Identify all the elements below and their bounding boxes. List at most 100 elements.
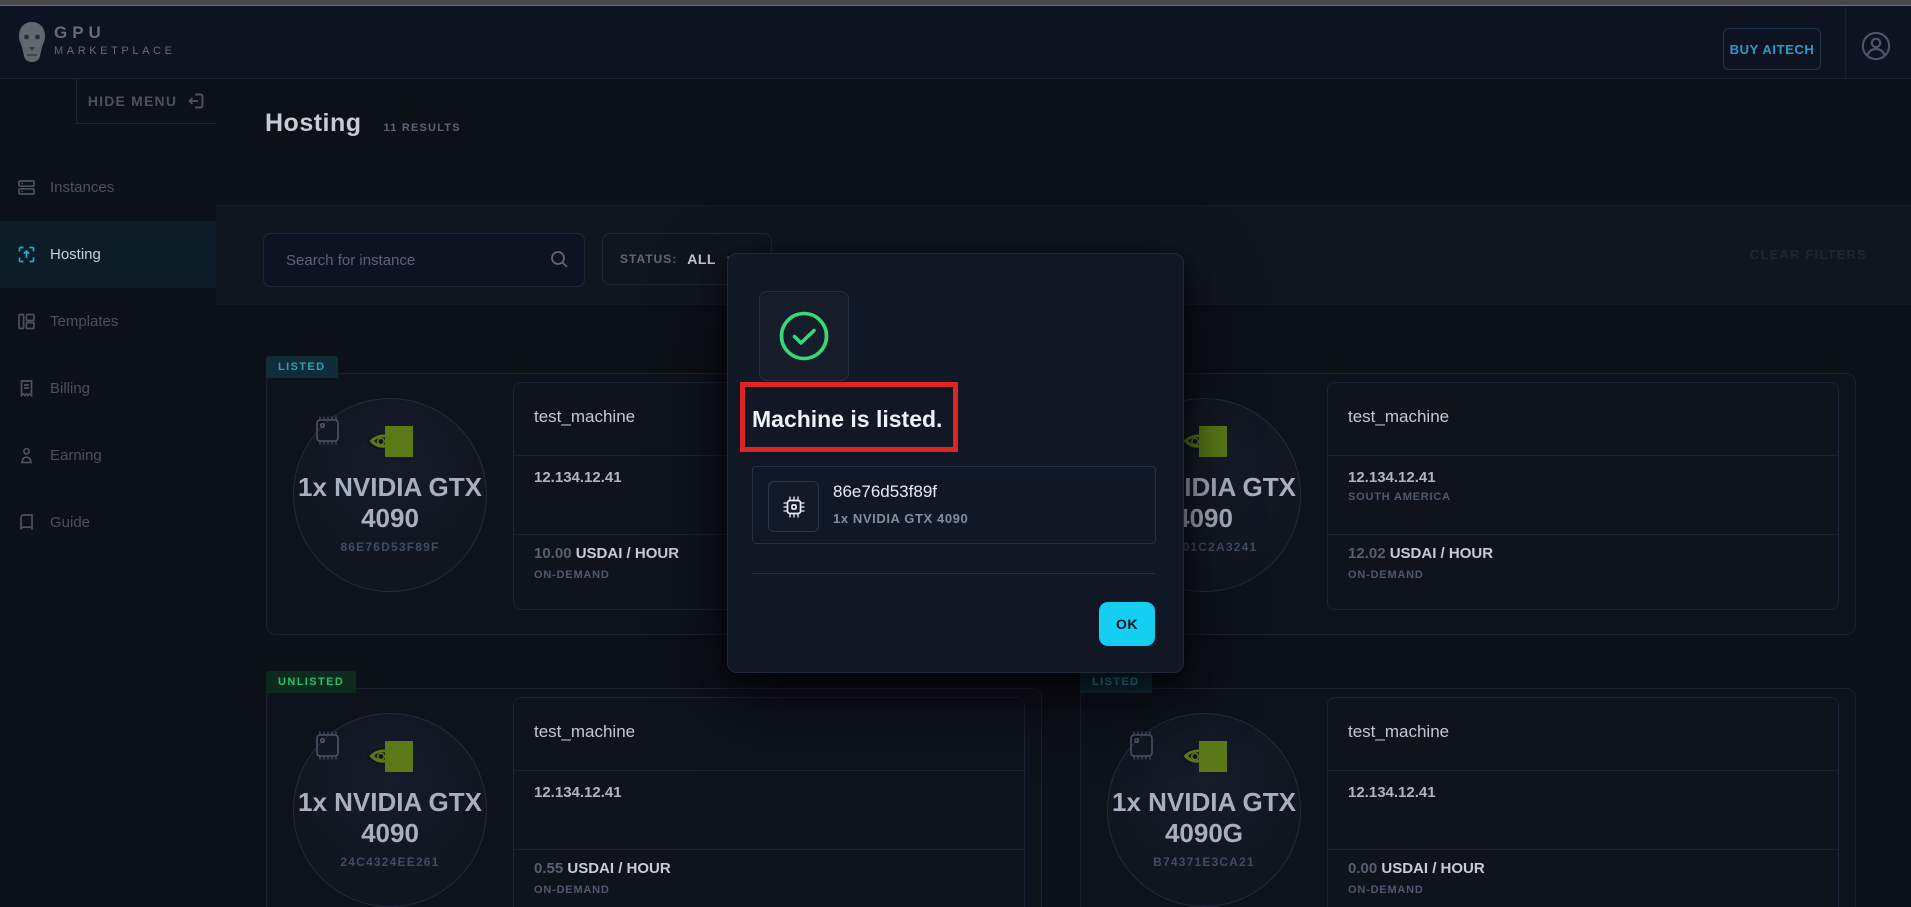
- gpu-circle: 1x NVIDIA GTX 4090G B74371E3CA21: [1107, 713, 1301, 907]
- hosting-card[interactable]: 1x NVIDIA GTX 4090 01C2A3241 test_machin…: [1080, 373, 1856, 635]
- price-unit: USDAI / HOUR: [576, 545, 679, 562]
- user-avatar-icon[interactable]: [1861, 31, 1891, 61]
- sidebar-item-label: Templates: [50, 313, 118, 330]
- chip-icon: [309, 412, 346, 449]
- divider: [1328, 770, 1838, 771]
- billing-type: ON-DEMAND: [534, 884, 610, 896]
- dialog-machine-row: 86e76d53f89f 1x NVIDIA GTX 4090: [752, 466, 1156, 544]
- chip-icon: [309, 727, 346, 764]
- divider: [1328, 849, 1838, 850]
- gpu-name: 1x NVIDIA GTX 4090: [290, 472, 490, 534]
- divider: [514, 849, 1024, 850]
- gpu-name: 1x NVIDIA GTX 4090G: [1104, 787, 1304, 849]
- price-value: 12.02: [1348, 545, 1386, 562]
- price-line: 0.00 USDAI / HOUR: [1348, 860, 1485, 877]
- card-details-panel: test_machine 12.134.12.41 SOUTH AMERICA …: [1327, 382, 1839, 610]
- hosting-card[interactable]: UNLISTED 1x NVIDIA GTX 4090 24C4324EE: [266, 688, 1042, 907]
- hide-menu-button[interactable]: HIDE MENU: [76, 79, 218, 124]
- nvidia-logo-icon: [1178, 740, 1228, 776]
- gpu-name: 1x NVIDIA GTX 4090: [290, 787, 490, 849]
- earning-icon: [17, 446, 36, 465]
- billing-type: ON-DEMAND: [534, 569, 610, 581]
- dialog-machine-gpu: 1x NVIDIA GTX 4090: [833, 511, 968, 526]
- card-details-panel: test_machine 12.134.12.41 0.00 USDAI / H…: [1327, 697, 1839, 907]
- price-unit: USDAI / HOUR: [1381, 860, 1484, 877]
- status-badge: UNLISTED: [266, 671, 356, 693]
- app-canvas: GPU MARKETPLACE BUY AITECH HIDE MENU: [0, 0, 1911, 907]
- machine-id: B74371E3CA21: [1108, 855, 1300, 869]
- hosting-card[interactable]: LISTED 1x NVIDIA GTX 4090G B74371E3CA: [1080, 688, 1856, 907]
- sidebar-item-earning[interactable]: Earning: [0, 422, 216, 489]
- chip-icon: [779, 492, 809, 522]
- templates-icon: [17, 312, 36, 331]
- nvidia-logo-icon: [1178, 425, 1228, 461]
- status-badge: LISTED: [266, 356, 338, 378]
- check-circle-icon: [777, 309, 831, 363]
- dialog-divider: [752, 573, 1155, 574]
- hide-menu-icon: [186, 91, 206, 111]
- clear-filters-button[interactable]: CLEAR FILTERS: [1750, 247, 1867, 262]
- divider: [514, 770, 1024, 771]
- price-unit: USDAI / HOUR: [1390, 545, 1493, 562]
- sidebar-item-guide[interactable]: Guide: [0, 489, 216, 556]
- brand-logo-face: [14, 20, 50, 64]
- guide-icon: [17, 513, 36, 532]
- success-icon-tile: [759, 291, 849, 381]
- sidebar-item-label: Earning: [50, 447, 102, 464]
- navbar-divider: [1845, 6, 1846, 78]
- machine-id: 86E76D53F89F: [294, 540, 486, 554]
- machine-name: test_machine: [534, 722, 635, 742]
- status-badge: LISTED: [1080, 671, 1152, 693]
- machine-ip: 12.134.12.41: [534, 469, 622, 486]
- price-value: 0.55: [534, 860, 563, 877]
- sidebar-item-instances[interactable]: Instances: [0, 154, 216, 221]
- dialog-machine-id: 86e76d53f89f: [833, 482, 937, 502]
- nvidia-logo-icon: [364, 740, 414, 776]
- billing-type: ON-DEMAND: [1348, 884, 1424, 896]
- billing-type: ON-DEMAND: [1348, 569, 1424, 581]
- divider: [1328, 455, 1838, 456]
- price-line: 10.00 USDAI / HOUR: [534, 545, 679, 562]
- page-title: Hosting: [265, 109, 362, 138]
- machine-region: SOUTH AMERICA: [1348, 491, 1451, 503]
- results-count: 11 RESULTS: [384, 122, 461, 134]
- machine-id: 24C4324EE261: [294, 855, 486, 869]
- sidebar-item-label: Hosting: [50, 246, 101, 263]
- sidebar-item-billing[interactable]: Billing: [0, 355, 216, 422]
- gpu-circle: 1x NVIDIA GTX 4090 24C4324EE261: [293, 713, 487, 907]
- hide-menu-label: HIDE MENU: [88, 93, 177, 109]
- search-box: [263, 233, 585, 287]
- status-label: STATUS:: [620, 252, 677, 266]
- brand-line-1: GPU: [54, 23, 176, 43]
- card-details-panel: test_machine 12.134.12.41 0.55 USDAI / H…: [513, 697, 1025, 907]
- instances-icon: [17, 178, 36, 197]
- sidebar-item-label: Billing: [50, 380, 90, 397]
- price-unit: USDAI / HOUR: [567, 860, 670, 877]
- brand-line-2: MARKETPLACE: [54, 43, 176, 59]
- ok-button[interactable]: OK: [1099, 602, 1155, 646]
- sidebar-menu: Instances Hosting Templates: [0, 154, 216, 556]
- buy-aitech-button[interactable]: BUY AITECH: [1723, 28, 1821, 70]
- sidebar: HIDE MENU Instances Hosting: [0, 79, 217, 907]
- search-input[interactable]: [264, 234, 584, 286]
- navbar: GPU MARKETPLACE BUY AITECH: [0, 6, 1911, 79]
- machine-name: test_machine: [1348, 407, 1449, 427]
- sidebar-item-templates[interactable]: Templates: [0, 288, 216, 355]
- sidebar-item-label: Guide: [50, 514, 90, 531]
- machine-ip: 12.134.12.41: [1348, 784, 1436, 801]
- dialog-title: Machine is listed.: [752, 406, 942, 433]
- price-line: 12.02 USDAI / HOUR: [1348, 545, 1493, 562]
- divider: [1328, 534, 1838, 535]
- sidebar-item-label: Instances: [50, 179, 114, 196]
- machine-listed-dialog: Machine is listed. 86e76d53f89f 1x NVIDI…: [727, 253, 1184, 673]
- hosting-icon: [17, 245, 36, 264]
- nvidia-logo-icon: [364, 425, 414, 461]
- billing-icon: [17, 379, 36, 398]
- price-line: 0.55 USDAI / HOUR: [534, 860, 671, 877]
- machine-ip: 12.134.12.41: [1348, 469, 1436, 486]
- gpu-circle: 1x NVIDIA GTX 4090 86E76D53F89F: [293, 398, 487, 592]
- page-header: Hosting 11 RESULTS: [265, 109, 461, 138]
- search-icon[interactable]: [549, 249, 570, 270]
- price-value: 0.00: [1348, 860, 1377, 877]
- sidebar-item-hosting[interactable]: Hosting: [0, 221, 216, 288]
